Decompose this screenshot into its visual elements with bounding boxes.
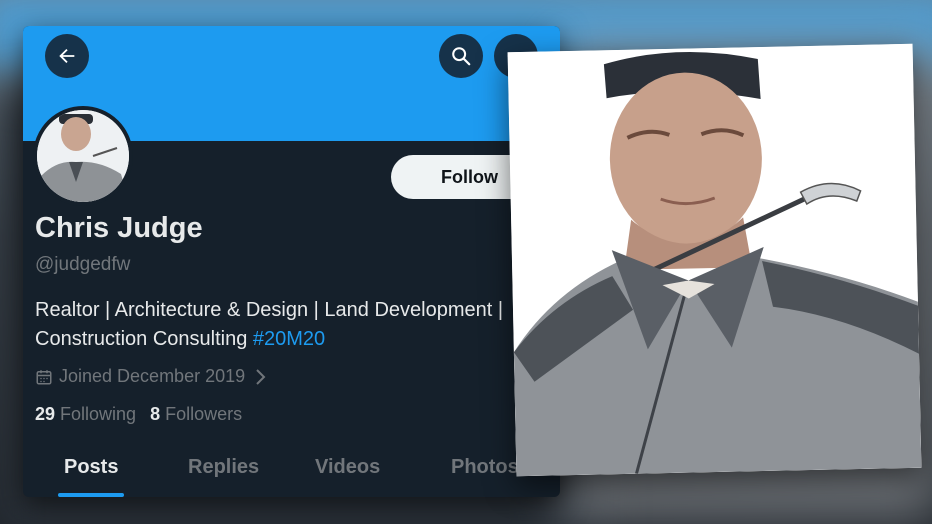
username-handle: @judgedfw (35, 254, 131, 275)
arrow-left-icon (59, 48, 75, 64)
active-tab-indicator (58, 493, 124, 497)
follow-label: Follow (441, 166, 498, 187)
search-button[interactable] (439, 34, 483, 78)
follow-stats: 29 Following 8 Followers (35, 404, 256, 425)
tab-videos[interactable]: Videos (315, 456, 380, 479)
profile-photo-enlarged (507, 43, 922, 477)
calendar-icon (35, 368, 53, 386)
followers-count: 8 (150, 404, 161, 424)
person-photo (507, 43, 922, 477)
profile-tabs: Posts Replies Videos Photos (23, 446, 560, 497)
chevron-right-icon (253, 368, 267, 386)
joined-date[interactable]: Joined December 2019 (35, 366, 267, 387)
followers-label: Followers (165, 404, 243, 424)
hashtag-link[interactable]: #20M20 (253, 328, 325, 350)
tab-posts[interactable]: Posts (64, 456, 118, 479)
back-button[interactable] (45, 34, 89, 78)
tab-photos[interactable]: Photos (451, 456, 519, 479)
bio: Realtor | Architecture & Design | Land D… (35, 296, 555, 354)
joined-text: Joined December 2019 (59, 366, 246, 386)
following-label: Following (60, 404, 137, 424)
display-name: Chris Judge (35, 212, 203, 244)
avatar[interactable] (33, 106, 133, 206)
profile-card: Follow Chris Judge @judgedfw Realtor | A… (23, 26, 560, 497)
search-icon (452, 47, 471, 66)
bio-line-2: Construction Consulting #20M20 (35, 325, 555, 354)
avatar-image (37, 110, 129, 202)
following-count: 29 (35, 404, 56, 424)
bio-line-2-text: Construction Consulting (35, 328, 253, 350)
followers-link[interactable]: 8 Followers (150, 404, 242, 425)
tab-replies[interactable]: Replies (188, 456, 259, 479)
bio-line-1: Realtor | Architecture & Design | Land D… (35, 299, 504, 321)
following-link[interactable]: 29 Following (35, 404, 136, 425)
